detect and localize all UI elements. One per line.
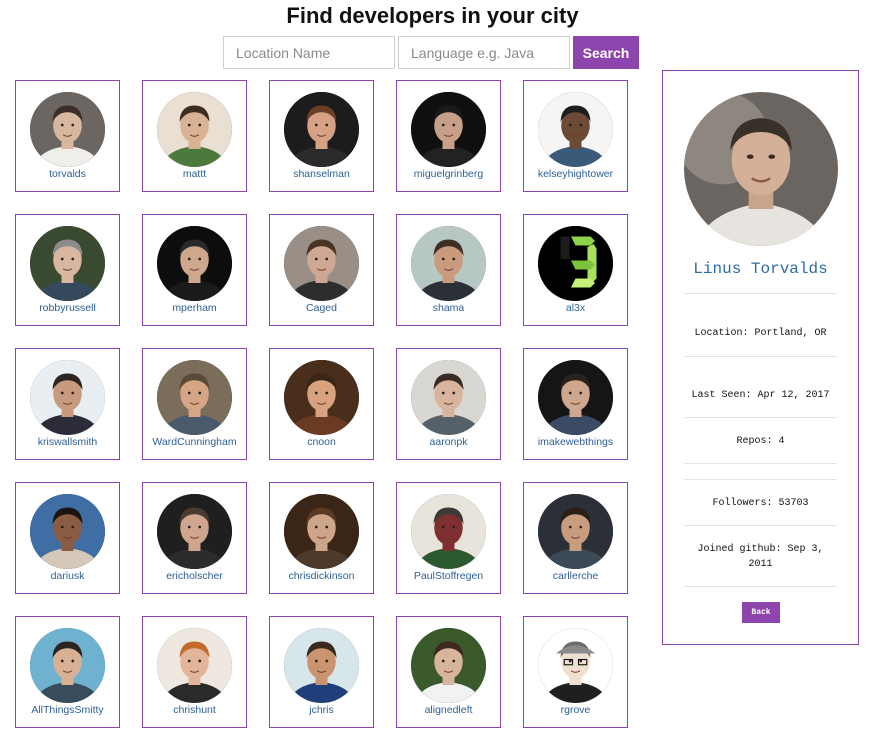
- developer-username: ericholscher: [166, 570, 223, 582]
- developer-card[interactable]: chrisdickinson: [269, 482, 374, 594]
- avatar: [284, 628, 359, 703]
- developer-card[interactable]: AllThingsSmitty: [15, 616, 120, 728]
- developer-username: dariusk: [50, 570, 85, 582]
- developer-card[interactable]: al3x: [523, 214, 628, 326]
- developer-username: imakewebthings: [537, 436, 614, 448]
- avatar: [538, 494, 613, 569]
- search-button[interactable]: Search: [573, 36, 639, 69]
- developer-card[interactable]: PaulStoffregen: [396, 482, 501, 594]
- developer-card[interactable]: dariusk: [15, 482, 120, 594]
- developer-username: WardCunningham: [152, 436, 237, 448]
- divider: [684, 293, 837, 294]
- avatar: [157, 628, 232, 703]
- avatar: [411, 226, 486, 301]
- developer-username: miguelgrinberg: [413, 168, 484, 180]
- developer-username: shama: [432, 302, 465, 314]
- avatar: [30, 92, 105, 167]
- developer-username: mperham: [172, 302, 217, 314]
- developer-username: robbyrussell: [39, 302, 96, 314]
- profile-location: Location: Portland, OR: [694, 328, 827, 339]
- avatar: [411, 92, 486, 167]
- avatar: [157, 360, 232, 435]
- avatar: [284, 360, 359, 435]
- developer-username: shanselman: [293, 168, 350, 180]
- search-bar: Search: [223, 36, 639, 69]
- developer-card[interactable]: mattt: [142, 80, 247, 192]
- avatar: [538, 92, 613, 167]
- back-button[interactable]: Back: [742, 602, 780, 623]
- developer-card[interactable]: carllerche: [523, 482, 628, 594]
- avatar: [157, 494, 232, 569]
- divider: [684, 586, 837, 587]
- divider: [684, 417, 837, 418]
- developer-card[interactable]: cnoon: [269, 348, 374, 460]
- developer-card[interactable]: mperham: [142, 214, 247, 326]
- developer-username: cnoon: [307, 436, 336, 448]
- developer-username: torvalds: [49, 168, 86, 180]
- avatar: [538, 360, 613, 435]
- developer-card[interactable]: kriswallsmith: [15, 348, 120, 460]
- developer-card[interactable]: alignedleft: [396, 616, 501, 728]
- divider: [684, 356, 837, 357]
- developer-username: PaulStoffregen: [413, 570, 484, 582]
- developer-username: al3x: [565, 302, 586, 314]
- developer-username: mattt: [182, 168, 207, 180]
- avatar: [30, 628, 105, 703]
- developer-card[interactable]: shama: [396, 214, 501, 326]
- developer-username: Caged: [306, 302, 337, 314]
- developer-username: aaronpk: [429, 436, 468, 448]
- profile-name: Linus Torvalds: [693, 260, 828, 278]
- developer-card[interactable]: imakewebthings: [523, 348, 628, 460]
- avatar: [538, 226, 613, 301]
- developer-card[interactable]: robbyrussell: [15, 214, 120, 326]
- developer-card[interactable]: rgrove: [523, 616, 628, 728]
- developer-username: carllerche: [552, 570, 599, 582]
- developer-card[interactable]: jchris: [269, 616, 374, 728]
- profile-joined: Joined github: Sep 3, 2011: [697, 544, 824, 570]
- avatar: [284, 92, 359, 167]
- profile-last-seen: Last Seen: Apr 12, 2017: [691, 390, 830, 401]
- avatar: [30, 494, 105, 569]
- developer-username: rgrove: [560, 704, 591, 716]
- avatar: [284, 494, 359, 569]
- avatar: [411, 628, 486, 703]
- developer-username: chrisdickinson: [288, 570, 355, 582]
- developer-card[interactable]: miguelgrinberg: [396, 80, 501, 192]
- avatar: [411, 360, 486, 435]
- avatar: [30, 226, 105, 301]
- divider: [684, 525, 837, 526]
- profile-followers: Followers: 53703: [712, 498, 809, 509]
- developer-card[interactable]: Caged: [269, 214, 374, 326]
- divider: [684, 463, 837, 464]
- developer-card[interactable]: shanselman: [269, 80, 374, 192]
- developer-card[interactable]: WardCunningham: [142, 348, 247, 460]
- profile-panel: Linus Torvalds Location: Portland, OR La…: [662, 70, 859, 645]
- developer-username: chrishunt: [173, 704, 216, 716]
- location-input[interactable]: [223, 36, 395, 69]
- avatar: [284, 226, 359, 301]
- avatar: [157, 226, 232, 301]
- avatar: [538, 628, 613, 703]
- avatar: [30, 360, 105, 435]
- divider: [684, 479, 837, 480]
- developer-card[interactable]: chrishunt: [142, 616, 247, 728]
- developer-card[interactable]: aaronpk: [396, 348, 501, 460]
- profile-avatar: [684, 92, 838, 246]
- developer-username: kelseyhightower: [537, 168, 614, 180]
- avatar: [157, 92, 232, 167]
- language-input[interactable]: [398, 36, 570, 69]
- developer-username: AllThingsSmitty: [31, 704, 104, 716]
- developer-card[interactable]: ericholscher: [142, 482, 247, 594]
- developer-card[interactable]: kelseyhightower: [523, 80, 628, 192]
- developer-username: jchris: [309, 704, 334, 716]
- developer-card[interactable]: torvalds: [15, 80, 120, 192]
- page-title: Find developers in your city: [286, 3, 579, 28]
- avatar: [411, 494, 486, 569]
- developer-username: alignedleft: [424, 704, 473, 716]
- developer-username: kriswallsmith: [37, 436, 98, 448]
- profile-repos: Repos: 4: [736, 436, 785, 447]
